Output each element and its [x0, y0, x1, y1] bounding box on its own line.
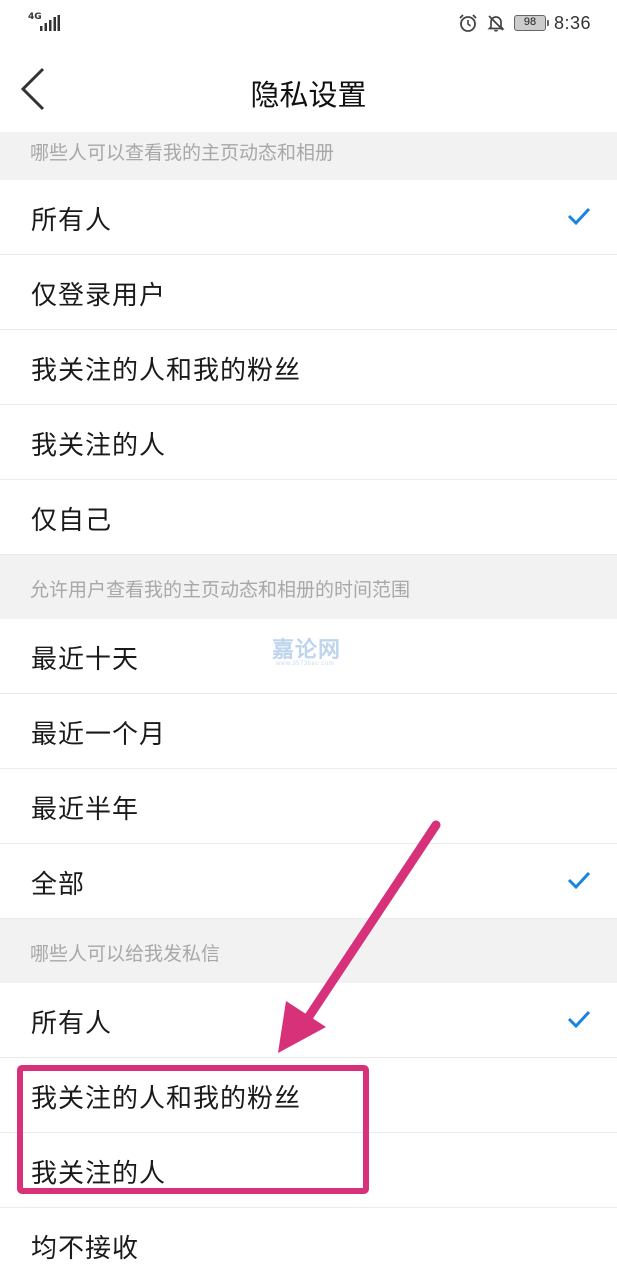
clock-time: 8:36: [553, 12, 591, 33]
section-title: 哪些人可以查看我的主页动态和相册: [30, 142, 335, 164]
section-header-private-message: 哪些人可以给我发私信: [0, 919, 617, 983]
checkmark-icon: [567, 207, 591, 226]
option-label: 我关注的人: [31, 431, 167, 461]
option-label: 我关注的人: [31, 1159, 167, 1189]
signal-icon: 4G: [28, 13, 62, 33]
signal-bars-icon: [40, 15, 60, 31]
option-range-half-year[interactable]: 最近半年: [0, 769, 617, 844]
option-message-following[interactable]: 我关注的人: [0, 1133, 617, 1208]
option-label: 仅登录用户: [31, 281, 167, 311]
section-header-time-range: 允许用户查看我的主页动态和相册的时间范围: [0, 555, 617, 619]
section-title: 哪些人可以给我发私信: [30, 943, 221, 965]
option-label: 我关注的人和我的粉丝: [31, 356, 302, 386]
option-label: 所有人: [31, 206, 113, 236]
option-label: 所有人: [31, 1009, 113, 1039]
section-header-view-permission: 哪些人可以查看我的主页动态和相册: [0, 132, 617, 180]
option-view-following-and-fans[interactable]: 我关注的人和我的粉丝: [0, 330, 617, 405]
privacy-settings-list: 哪些人可以查看我的主页动态和相册 所有人 仅登录用户 我关注的人和我的粉丝 我关…: [0, 132, 617, 1280]
option-label: 最近十天: [31, 645, 140, 675]
option-view-everyone[interactable]: 所有人: [0, 180, 617, 255]
alarm-icon: [459, 14, 477, 32]
battery-level: 98: [523, 16, 537, 28]
option-range-ten-days[interactable]: 最近十天: [0, 619, 617, 694]
status-right-group: 98 8:36: [458, 12, 591, 34]
checkmark-icon: [567, 1010, 591, 1029]
option-label: 最近一个月: [31, 720, 167, 750]
option-label: 我关注的人和我的粉丝: [31, 1084, 302, 1114]
option-label: 最近半年: [31, 795, 140, 825]
page-title: 隐私设置: [250, 78, 367, 112]
title-bar: 隐私设置: [0, 46, 617, 132]
option-view-following[interactable]: 我关注的人: [0, 405, 617, 480]
option-range-one-month[interactable]: 最近一个月: [0, 694, 617, 769]
option-view-self-only[interactable]: 仅自己: [0, 480, 617, 555]
option-range-all[interactable]: 全部: [0, 844, 617, 919]
option-label: 仅自己: [31, 506, 113, 536]
option-label: 均不接收: [31, 1234, 140, 1264]
option-message-everyone[interactable]: 所有人: [0, 983, 617, 1058]
section-title: 允许用户查看我的主页动态和相册的时间范围: [30, 579, 411, 601]
option-label: 全部: [31, 870, 86, 900]
checkmark-icon: [567, 871, 591, 890]
option-view-logged-in[interactable]: 仅登录用户: [0, 255, 617, 330]
option-message-none[interactable]: 均不接收: [0, 1208, 617, 1280]
mute-bell-icon: [487, 15, 505, 32]
status-bar: 4G 98 8:36: [0, 0, 617, 46]
option-message-following-and-fans[interactable]: 我关注的人和我的粉丝: [0, 1058, 617, 1133]
battery-icon: 98: [513, 15, 549, 31]
